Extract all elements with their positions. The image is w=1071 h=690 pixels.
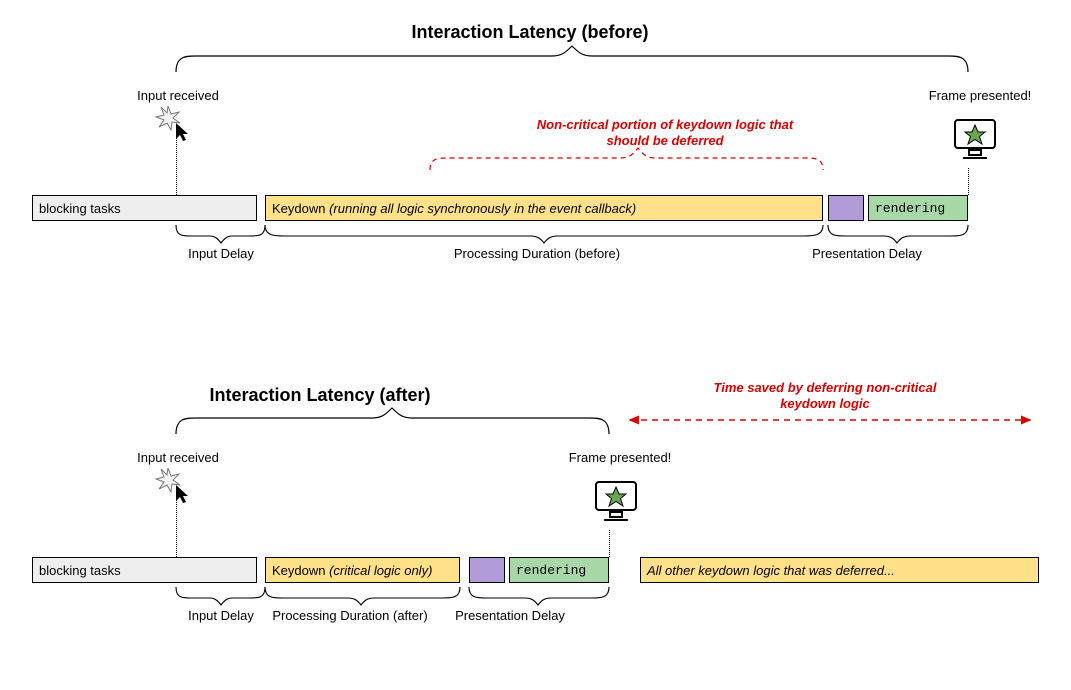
before-kd-suffix: (running all logic synchronously in the … [329,201,636,216]
before-seg-rendering: rendering [868,195,968,221]
after-seg-blocking: blocking tasks [32,557,257,583]
before-track: blocking tasks Keydown (running all logi… [32,195,1039,221]
before-frame-presented-label: Frame presented! [920,88,1040,103]
after-seg-rendering-text: rendering [516,563,586,578]
before-brace-input-delay: Input Delay [176,246,266,261]
before-brace-input [176,225,265,243]
cursor-icon-before [176,123,188,141]
before-kd-prefix: Keydown [272,201,329,216]
after-brace-processing: Processing Duration (after) [260,608,440,623]
before-brace-presentation-svg [828,225,968,243]
before-brace-processing-svg [265,225,823,243]
after-kd-suffix: (critical logic only) [329,563,432,578]
before-seg-blocking: blocking tasks [32,195,257,221]
monitor-icon-before [955,120,995,158]
after-top-brace [176,408,609,434]
input-starburst-icon-after [156,468,180,492]
after-seg-deferred: All other keydown logic that was deferre… [640,557,1039,583]
before-seg-blocking-text: blocking tasks [39,201,121,216]
diagram-overlay [0,0,1071,690]
after-seg-keydown: Keydown (critical logic only) [265,557,460,583]
before-input-received-label: Input received [128,88,228,103]
before-deferred-note: Non-critical portion of keydown logic th… [535,117,795,150]
after-time-saved-text: Time saved by deferring non-critical key… [714,380,937,411]
after-title: Interaction Latency (after) [190,385,450,406]
before-frame-vline [968,168,969,195]
after-brace-presentation: Presentation Delay [440,608,580,623]
after-brace-input [176,587,265,605]
before-red-brace [430,148,823,170]
monitor-icon-after [596,482,636,520]
before-seg-keydown: Keydown (running all logic synchronously… [265,195,823,221]
after-seg-blocking-text: blocking tasks [39,563,121,578]
before-title: Interaction Latency (before) [400,22,660,43]
before-brace-processing: Processing Duration (before) [437,246,637,261]
before-seg-keydown-text: Keydown (running all logic synchronously… [272,201,636,216]
after-brace-processing-svg [265,587,460,605]
before-seg-purple [828,195,864,221]
after-kd-prefix: Keydown [272,563,329,578]
after-brace-presentation-svg [469,587,609,605]
before-brace-presentation: Presentation Delay [797,246,937,261]
after-track: blocking tasks Keydown (critical logic o… [32,557,1039,583]
after-time-saved-note: Time saved by deferring non-critical key… [700,380,950,413]
before-input-vline [176,135,177,195]
before-top-brace [176,46,968,72]
after-frame-presented-label: Frame presented! [560,450,680,465]
after-input-vline [176,497,177,557]
cursor-icon-after [176,485,188,503]
before-deferred-note-text: Non-critical portion of keydown logic th… [537,117,793,148]
after-brace-input-delay: Input Delay [176,608,266,623]
after-seg-keydown-text: Keydown (critical logic only) [272,563,432,578]
before-seg-rendering-text: rendering [875,201,945,216]
after-seg-deferred-text: All other keydown logic that was deferre… [647,563,895,578]
after-frame-vline [609,530,610,557]
after-seg-purple [469,557,505,583]
after-seg-rendering: rendering [509,557,609,583]
after-input-received-label: Input received [128,450,228,465]
input-starburst-icon-before [156,106,180,130]
